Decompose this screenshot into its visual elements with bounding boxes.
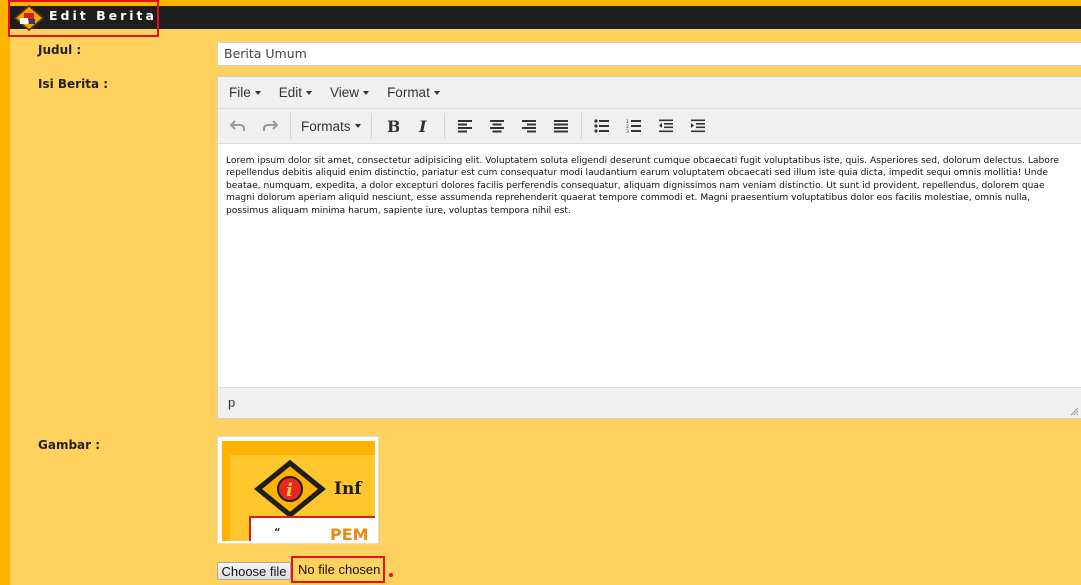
required-indicator: [389, 573, 393, 577]
chevron-down-icon: [354, 124, 361, 128]
title-bar: [10, 6, 1081, 29]
thumbnail-text-1: Inf: [334, 479, 362, 499]
menu-file-label: File: [229, 85, 251, 100]
file-status-text: No file chosen: [298, 562, 381, 577]
bullet-list-icon: [593, 119, 609, 133]
element-path[interactable]: p: [228, 395, 235, 410]
svg-text:I: I: [418, 118, 427, 134]
formats-dropdown[interactable]: Formats: [295, 112, 367, 140]
italic-icon: I: [418, 118, 427, 134]
bold-button[interactable]: B: [376, 112, 408, 140]
menu-edit[interactable]: Edit: [270, 85, 321, 100]
thumbnail-text-2: PEM: [330, 525, 369, 541]
rich-text-editor: File Edit View Format Formats B I 1 2 3 …: [217, 76, 1081, 419]
gambar-label: Gambar :: [38, 438, 101, 452]
image-preview-content: i “ Inf PEM: [222, 441, 375, 541]
judul-label: Judul :: [38, 43, 82, 57]
editor-statusbar: p: [218, 387, 1081, 418]
italic-button[interactable]: I: [408, 112, 440, 140]
indent-button[interactable]: [682, 112, 714, 140]
chevron-down-icon: [363, 90, 370, 95]
align-right-icon: [521, 120, 536, 133]
numbered-list-button[interactable]: 123: [618, 112, 650, 140]
logo-icon: [13, 5, 45, 31]
bold-icon: B: [387, 118, 399, 134]
image-preview: i “ Inf PEM: [217, 436, 379, 544]
align-left-button[interactable]: [449, 112, 481, 140]
svg-text:“: “: [274, 527, 281, 538]
redo-button[interactable]: [254, 112, 286, 140]
menu-format-label: Format: [387, 85, 430, 100]
indent-icon: [690, 119, 705, 133]
align-right-button[interactable]: [513, 112, 545, 140]
svg-text:B: B: [387, 118, 399, 134]
resize-grip-icon[interactable]: [1069, 406, 1079, 416]
toolbar-divider: [370, 113, 372, 139]
outdent-icon: [658, 119, 673, 133]
editor-content-area[interactable]: Lorem ipsum dolor sit amet, consectetur …: [218, 144, 1081, 387]
undo-button[interactable]: [222, 112, 254, 140]
menu-view-label: View: [330, 85, 360, 100]
isi-berita-label: Isi Berita :: [38, 77, 109, 91]
toolbar-divider: [580, 113, 582, 139]
menu-file[interactable]: File: [220, 85, 270, 100]
editor-menubar: File Edit View Format: [218, 77, 1081, 109]
svg-text:3: 3: [626, 129, 629, 133]
menu-format[interactable]: Format: [378, 85, 449, 100]
menu-edit-label: Edit: [278, 85, 303, 100]
menu-view[interactable]: View: [321, 85, 378, 100]
left-accent-strip: [0, 0, 10, 585]
chevron-down-icon: [306, 90, 313, 95]
toolbar-divider: [443, 113, 445, 139]
align-left-icon: [457, 120, 472, 133]
align-center-button[interactable]: [481, 112, 513, 140]
bullet-list-button[interactable]: [586, 112, 618, 140]
formats-label: Formats: [301, 118, 351, 134]
align-justify-button[interactable]: [545, 112, 577, 140]
undo-icon: [230, 120, 245, 131]
chevron-down-icon: [254, 90, 261, 95]
svg-text:i: i: [286, 480, 293, 501]
outdent-button[interactable]: [650, 112, 682, 140]
editor-toolbar: Formats B I 123: [218, 109, 1081, 144]
choose-file-button[interactable]: Choose file: [217, 562, 291, 580]
redo-icon: [263, 120, 278, 131]
page-title: Edit Berita: [49, 8, 157, 23]
align-center-icon: [489, 120, 504, 133]
numbered-list-icon: 123: [626, 119, 641, 133]
toolbar-divider: [290, 113, 291, 139]
judul-input[interactable]: Berita Umum: [217, 42, 1081, 66]
chevron-down-icon: [433, 90, 440, 95]
align-justify-icon: [553, 120, 568, 133]
